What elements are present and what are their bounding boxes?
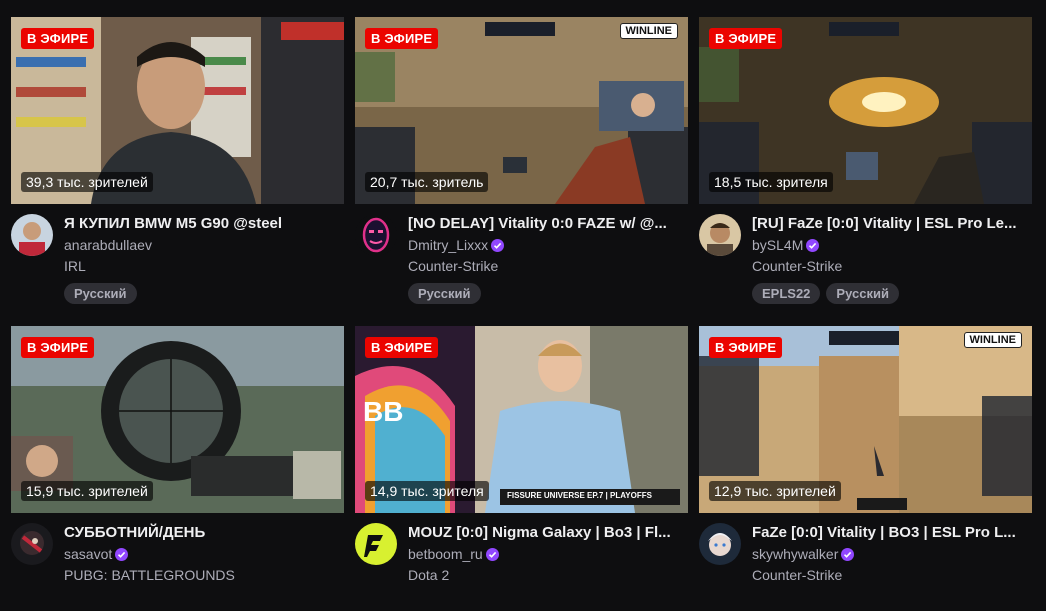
live-badge: В ЭФИРЕ (21, 337, 95, 358)
verified-icon (115, 547, 129, 561)
channel-name[interactable]: bySL4M (752, 234, 1032, 256)
channel-name[interactable]: sasavot (64, 543, 344, 565)
tag[interactable]: Русский (826, 282, 899, 304)
tag[interactable]: Русский (408, 282, 481, 304)
viewer-count: 20,7 тыс. зритель (365, 172, 489, 192)
avatar[interactable] (699, 523, 741, 565)
stream-card: В ЭФИРЕ 15,9 тыс. зрителей СУББОТНИЙ/ДЕН… (11, 326, 344, 611)
stream-card: В ЭФИРЕ 39,3 тыс. зрителей Я КУПИЛ BMW M… (11, 17, 344, 304)
live-badge: В ЭФИРЕ (365, 337, 439, 358)
tag[interactable]: EPLS22 (752, 282, 821, 304)
stream-thumbnail[interactable]: WINLINE В ЭФИРЕ 20,7 тыс. зритель (355, 17, 688, 204)
tag-list: Русский (408, 282, 688, 304)
stream-info: [NO DELAY] Vitality 0:0 FAZE w/ @... Dmi… (355, 214, 688, 304)
tag[interactable]: Русский (64, 282, 137, 304)
live-badge: В ЭФИРЕ (365, 28, 439, 49)
viewer-count: 14,9 тыс. зрителя (365, 481, 489, 501)
channel-name[interactable]: anarabdullaev (64, 234, 344, 256)
stream-thumbnail[interactable]: BB FISSURE UNIVERSE EP.7 | PLAYOFFS В ЭФ… (355, 326, 688, 513)
avatar[interactable] (11, 523, 53, 565)
category-link[interactable]: IRL (64, 256, 344, 277)
sponsor-logo: WINLINE (963, 332, 1022, 348)
live-badge: В ЭФИРЕ (709, 337, 783, 358)
stream-thumbnail[interactable]: В ЭФИРЕ 18,5 тыс. зрителя (699, 17, 1032, 204)
avatar[interactable] (11, 214, 53, 256)
category-link[interactable]: Counter-Strike (408, 256, 688, 277)
avatar[interactable] (355, 214, 397, 256)
viewer-count: 18,5 тыс. зрителя (709, 172, 833, 192)
stream-info: FaZe [0:0] Vitality | BO3 | ESL Pro L...… (699, 523, 1032, 586)
category-link[interactable]: PUBG: BATTLEGROUNDS (64, 565, 344, 586)
channel-name[interactable]: Dmitry_Lixxx (408, 234, 688, 256)
channel-name[interactable]: betboom_ru (408, 543, 688, 565)
stream-card: BB FISSURE UNIVERSE EP.7 | PLAYOFFS В ЭФ… (355, 326, 688, 611)
live-badge: В ЭФИРЕ (21, 28, 95, 49)
stream-title[interactable]: Я КУПИЛ BMW M5 G90 @steel (64, 214, 344, 234)
event-banner: FISSURE UNIVERSE EP.7 | PLAYOFFS (507, 491, 652, 500)
stream-title[interactable]: [NO DELAY] Vitality 0:0 FAZE w/ @... (408, 214, 688, 234)
verified-icon (806, 238, 820, 252)
viewer-count: 15,9 тыс. зрителей (21, 481, 153, 501)
channel-name[interactable]: skywhywalker (752, 543, 1032, 565)
stream-info: MOUZ [0:0] Nigma Galaxy | Bo3 | Fl... be… (355, 523, 688, 586)
bb-logo: BB (363, 396, 404, 427)
stream-card: WINLINE В ЭФИРЕ 20,7 тыс. зритель [NO DE… (355, 17, 688, 304)
stream-info: Я КУПИЛ BMW M5 G90 @steel anarabdullaev … (11, 214, 344, 304)
live-badge: В ЭФИРЕ (709, 28, 783, 49)
stream-card: WINLINE В ЭФИРЕ 12,9 тыс. зрителей FaZe … (699, 326, 1032, 611)
stream-title[interactable]: MOUZ [0:0] Nigma Galaxy | Bo3 | Fl... (408, 523, 688, 543)
tag-list: EPLS22 Русский (752, 282, 1032, 304)
avatar[interactable] (355, 523, 397, 565)
verified-icon (491, 238, 505, 252)
stream-title[interactable]: FaZe [0:0] Vitality | BO3 | ESL Pro L... (752, 523, 1032, 543)
viewer-count: 12,9 тыс. зрителей (709, 481, 841, 501)
stream-info: [RU] FaZe [0:0] Vitality | ESL Pro Le...… (699, 214, 1032, 304)
category-link[interactable]: Counter-Strike (752, 565, 1032, 586)
sponsor-logo: WINLINE (619, 23, 678, 39)
category-link[interactable]: Counter-Strike (752, 256, 1032, 277)
verified-icon (841, 547, 855, 561)
stream-thumbnail[interactable]: WINLINE В ЭФИРЕ 12,9 тыс. зрителей (699, 326, 1032, 513)
stream-title[interactable]: [RU] FaZe [0:0] Vitality | ESL Pro Le... (752, 214, 1032, 234)
stream-title[interactable]: СУББОТНИЙ/ДЕНЬ (64, 523, 344, 543)
category-link[interactable]: Dota 2 (408, 565, 688, 586)
stream-info: СУББОТНИЙ/ДЕНЬ sasavot PUBG: BATTLEGROUN… (11, 523, 344, 586)
verified-icon (485, 547, 499, 561)
viewer-count: 39,3 тыс. зрителей (21, 172, 153, 192)
stream-card: В ЭФИРЕ 18,5 тыс. зрителя [RU] FaZe [0:0… (699, 17, 1032, 304)
avatar[interactable] (699, 214, 741, 256)
stream-thumbnail[interactable]: В ЭФИРЕ 39,3 тыс. зрителей (11, 17, 344, 204)
stream-thumbnail[interactable]: В ЭФИРЕ 15,9 тыс. зрителей (11, 326, 344, 513)
tag-list: Русский (64, 282, 344, 304)
stream-grid: В ЭФИРЕ 39,3 тыс. зрителей Я КУПИЛ BMW M… (11, 17, 1032, 611)
